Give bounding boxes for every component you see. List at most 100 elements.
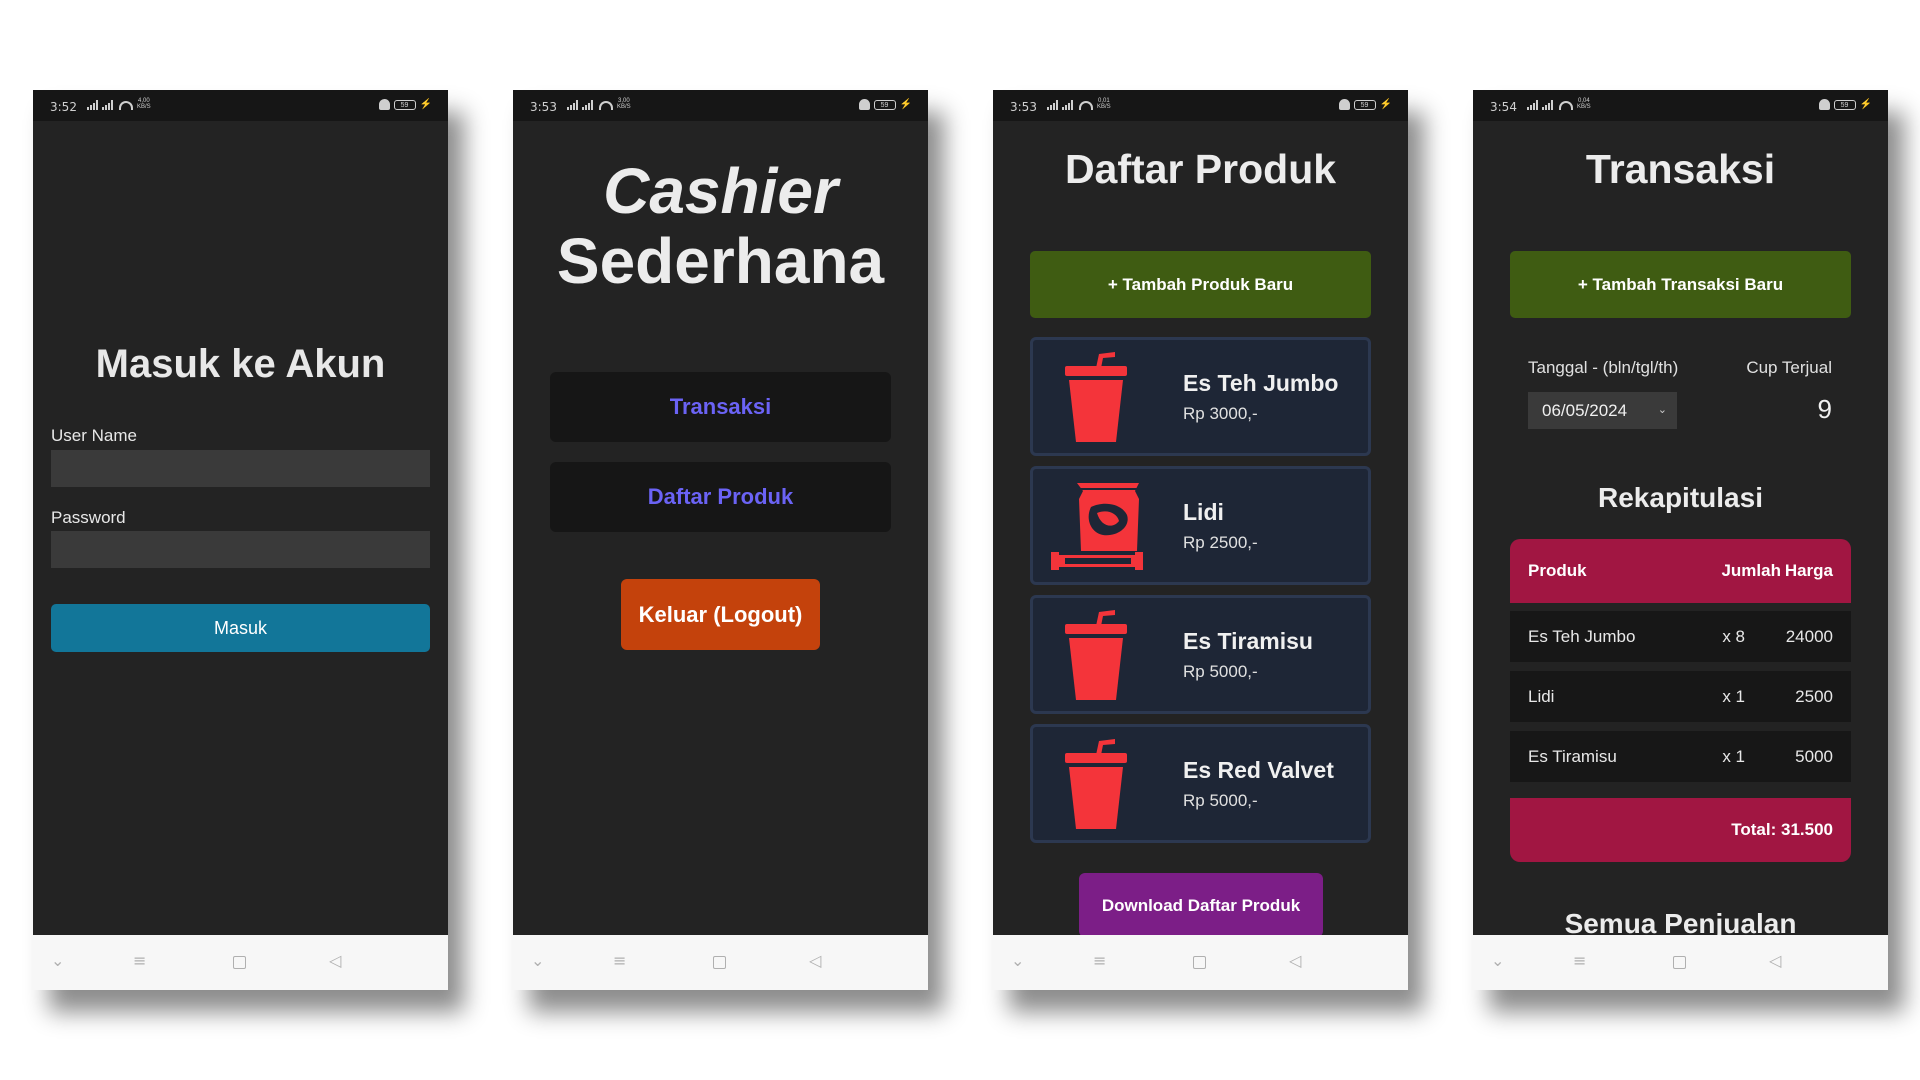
- menu-icon[interactable]: ≡: [613, 953, 626, 969]
- date-select[interactable]: 06/05/2024 ⌄: [1528, 392, 1677, 429]
- status-bar: 3:53 0,01 KB/S 59 ⚡: [993, 90, 1408, 121]
- signal-icon: [1542, 100, 1553, 110]
- back-icon[interactable]: ◁: [809, 953, 821, 969]
- signal-icon: [582, 100, 593, 110]
- header-harga: Harga: [1784, 561, 1833, 580]
- status-right: 59 ⚡: [378, 99, 432, 110]
- cell-product: Es Teh Jumbo: [1528, 626, 1636, 646]
- username-label: User Name: [51, 426, 137, 445]
- phone-product-list: 3:53 0,01 KB/S 59 ⚡ Daftar Produk + Tamba…: [993, 90, 1408, 990]
- charging-icon: ⚡: [1859, 99, 1872, 110]
- back-icon[interactable]: ◁: [329, 953, 341, 969]
- charging-icon: ⚡: [899, 99, 912, 110]
- page-title: Transaksi: [1585, 146, 1776, 192]
- product-card[interactable]: Es Tiramisu Rp 5000,-: [1030, 595, 1371, 714]
- chevron-down-icon[interactable]: ⌄: [51, 953, 64, 969]
- battery-icon: 59: [1353, 99, 1376, 110]
- table-row: Lidi x 1 2500: [1510, 671, 1851, 722]
- cell-price: 24000: [1785, 626, 1833, 646]
- table-header: Produk Jumlah Harga: [1510, 539, 1851, 603]
- mute-icon: [1818, 99, 1830, 110]
- header-jumlah: Jumlah: [1721, 561, 1781, 580]
- chevron-down-icon[interactable]: ⌄: [1011, 953, 1024, 969]
- product-card[interactable]: Lidi Rp 2500,-: [1030, 466, 1371, 585]
- nav-bar: ⌄ ≡ ◁: [33, 935, 448, 990]
- password-input[interactable]: [51, 531, 430, 568]
- status-bar: 3:54 0,04 KB/S 59 ⚡: [1473, 90, 1888, 121]
- snack-icon: [1051, 483, 1143, 570]
- table-row: Es Teh Jumbo x 8 24000: [1510, 611, 1851, 662]
- wifi-icon: [1079, 101, 1093, 110]
- cup-icon: [1065, 352, 1127, 442]
- home-icon[interactable]: [233, 956, 246, 969]
- page-title: Masuk ke Akun: [95, 342, 386, 386]
- logout-button[interactable]: Keluar (Logout): [621, 579, 820, 650]
- add-transaction-button[interactable]: + Tambah Transaksi Baru: [1510, 251, 1851, 318]
- home-icon[interactable]: [713, 956, 726, 969]
- username-input[interactable]: [51, 450, 430, 487]
- back-icon[interactable]: ◁: [1289, 953, 1301, 969]
- battery-icon: 59: [1833, 99, 1856, 110]
- status-bar: 3:52 4,00 KB/S 59 ⚡: [33, 90, 448, 121]
- status-right: 59 ⚡: [1818, 99, 1872, 110]
- product-price: Rp 5000,-: [1183, 662, 1258, 681]
- network-speed: 0,04 KB/S: [1577, 98, 1591, 110]
- signal-icon: [567, 100, 578, 110]
- status-right: 59 ⚡: [1338, 99, 1392, 110]
- date-value: 06/05/2024: [1542, 401, 1628, 420]
- phone-transaction: 3:54 0,04 KB/S 59 ⚡ Transaksi + Tambah Tr…: [1473, 90, 1888, 990]
- download-products-button[interactable]: Download Daftar Produk: [1079, 873, 1323, 937]
- cell-qty: x 8: [1722, 626, 1745, 646]
- cell-qty: x 1: [1722, 686, 1745, 706]
- app-title-line1: Cashier: [603, 155, 838, 227]
- recap-title: Rekapitulasi: [1598, 482, 1763, 513]
- product-name: Es Red Valvet: [1183, 757, 1334, 783]
- signal-icons: 4,00 KB/S: [87, 98, 151, 110]
- product-card[interactable]: Es Red Valvet Rp 5000,-: [1030, 724, 1371, 843]
- app-title: Cashier Sederhana: [513, 156, 928, 296]
- battery-icon: 59: [393, 99, 416, 110]
- phone-home: 3:53 3,00 KB/S 59 ⚡ Cashier Sederhana Tra…: [513, 90, 928, 990]
- status-time: 3:52: [50, 100, 77, 114]
- app-title-line2: Sederhana: [556, 225, 885, 297]
- product-price: Rp 2500,-: [1183, 533, 1258, 552]
- back-icon[interactable]: ◁: [1769, 953, 1781, 969]
- total-value: Total: 31.500: [1731, 820, 1833, 839]
- network-speed: 3,00 KB/S: [617, 98, 631, 110]
- signal-icon: [87, 100, 98, 110]
- chevron-down-icon: ⌄: [1657, 404, 1667, 416]
- home-icon[interactable]: [1673, 956, 1686, 969]
- nav-bar: ⌄ ≡ ◁: [1473, 935, 1888, 990]
- page-title: Daftar Produk: [1064, 146, 1337, 192]
- signal-icons: 0,04 KB/S: [1527, 98, 1591, 110]
- status-right: 59 ⚡: [858, 99, 912, 110]
- product-name: Es Teh Jumbo: [1183, 370, 1339, 396]
- menu-icon[interactable]: ≡: [1573, 953, 1586, 969]
- mute-icon: [1338, 99, 1350, 110]
- cup-sold-label: Cup Terjual: [1746, 358, 1832, 377]
- password-label: Password: [51, 508, 126, 527]
- menu-daftar-produk-button[interactable]: Daftar Produk: [550, 462, 891, 532]
- product-price: Rp 5000,-: [1183, 791, 1258, 810]
- product-price: Rp 3000,-: [1183, 404, 1258, 423]
- menu-icon[interactable]: ≡: [133, 953, 146, 969]
- menu-icon[interactable]: ≡: [1093, 953, 1106, 969]
- wifi-icon: [599, 101, 613, 110]
- signal-icon: [1047, 100, 1058, 110]
- status-time: 3:53: [530, 100, 557, 114]
- product-card[interactable]: Es Teh Jumbo Rp 3000,-: [1030, 337, 1371, 456]
- network-speed: 0,01 KB/S: [1097, 98, 1111, 110]
- login-button[interactable]: Masuk: [51, 604, 430, 652]
- cell-product: Lidi: [1528, 686, 1555, 706]
- add-product-button[interactable]: + Tambah Produk Baru: [1030, 251, 1371, 318]
- table-row: Es Tiramisu x 1 5000: [1510, 731, 1851, 782]
- menu-transaksi-button[interactable]: Transaksi: [550, 372, 891, 442]
- battery-icon: 59: [873, 99, 896, 110]
- header-produk: Produk: [1528, 561, 1587, 580]
- chevron-down-icon[interactable]: ⌄: [531, 953, 544, 969]
- network-speed: 4,00 KB/S: [137, 98, 151, 110]
- chevron-down-icon[interactable]: ⌄: [1491, 953, 1504, 969]
- signal-icons: 3,00 KB/S: [567, 98, 631, 110]
- cup-icon: [1065, 610, 1127, 700]
- home-icon[interactable]: [1193, 956, 1206, 969]
